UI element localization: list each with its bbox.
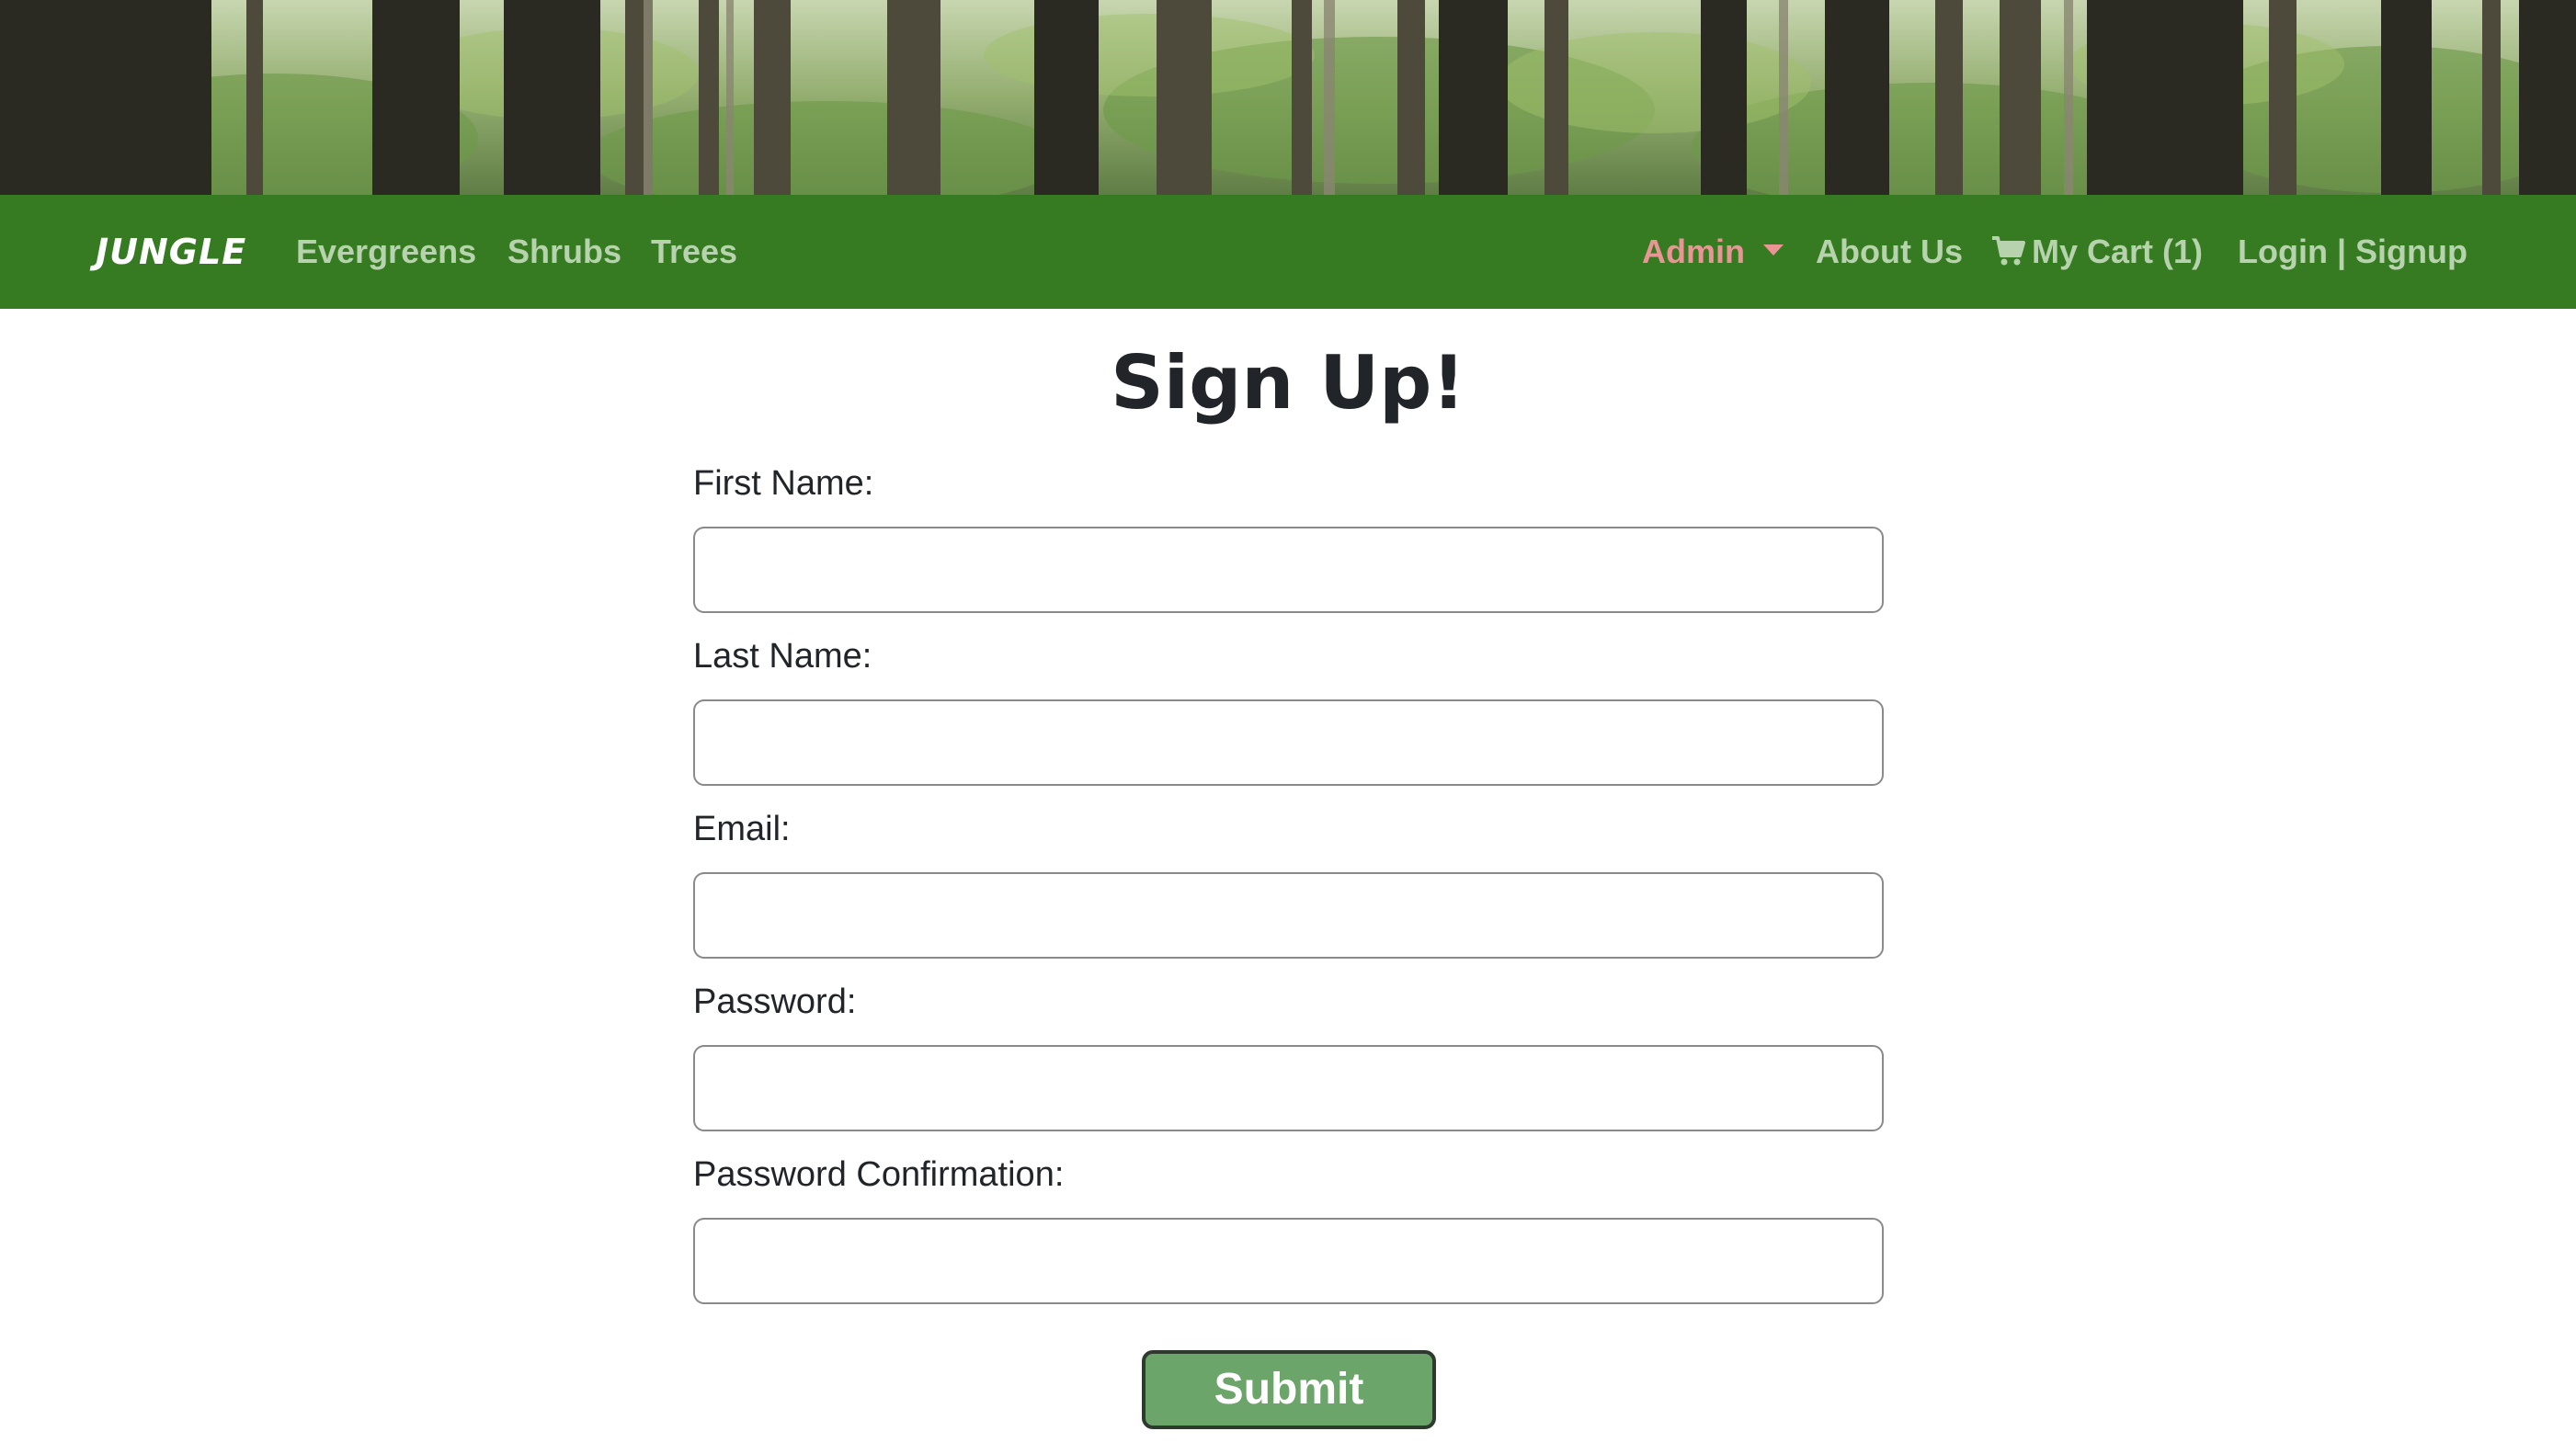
email-label: Email: [693,810,791,848]
first-name-input[interactable] [693,527,1884,613]
page-title: Sign Up! [1111,340,1465,426]
nav-link-trees[interactable]: Trees [651,195,737,309]
password-confirmation-input[interactable] [693,1218,1884,1304]
last-name-label: Last Name: [693,637,872,676]
nav-link-about-us[interactable]: About Us [1816,195,1963,309]
password-label: Password: [693,983,857,1021]
email-input[interactable] [693,872,1884,959]
cart-icon [1992,236,2025,266]
admin-dropdown-label: Admin [1642,233,1745,270]
password-confirmation-label: Password Confirmation: [693,1155,1065,1194]
brand-logo-link[interactable]: JUNGLE [96,195,246,309]
forest-banner-image [0,0,2576,195]
nav-link-shrubs[interactable]: Shrubs [507,195,621,309]
nav-link-my-cart[interactable]: My Cart (1) [1991,195,2203,309]
caret-down-icon [1763,244,1784,256]
first-name-label: First Name: [693,464,874,503]
admin-dropdown-toggle[interactable]: Admin [1642,195,1784,309]
nav-link-login-signup[interactable]: Login | Signup [2238,195,2468,309]
password-input[interactable] [693,1045,1884,1131]
submit-button[interactable]: Submit [1142,1350,1436,1429]
my-cart-label: My Cart (1) [2032,233,2204,270]
main-navbar: JUNGLE Evergreens Shrubs Trees Admin Abo… [0,195,2576,309]
last-name-input[interactable] [693,699,1884,786]
nav-link-evergreens[interactable]: Evergreens [296,195,476,309]
